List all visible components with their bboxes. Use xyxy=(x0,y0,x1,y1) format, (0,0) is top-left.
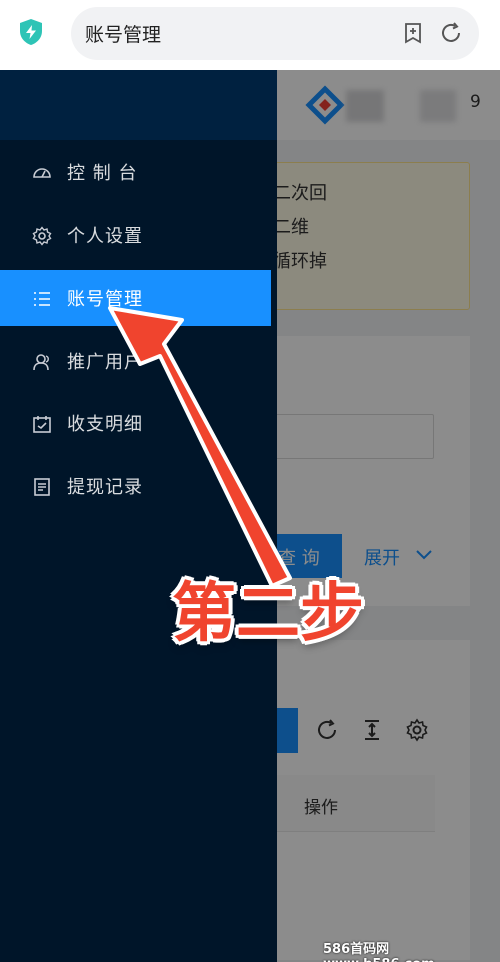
sidebar-item-account-management[interactable]: 账号管理 xyxy=(0,270,271,326)
sidebar-item-income-expense[interactable]: 收支明细 xyxy=(0,395,271,451)
bookmark-add-icon[interactable] xyxy=(401,21,425,45)
dashboard-icon xyxy=(33,168,51,178)
browser-toolbar: 账号管理 xyxy=(0,0,500,70)
list-icon xyxy=(34,292,50,306)
sidebar-item-label: 个人设置 xyxy=(67,226,143,247)
sidebar-item-label: 提现记录 xyxy=(67,477,143,498)
sidebar-item-label: 收支明细 xyxy=(67,414,143,435)
calendar-icon xyxy=(33,416,51,433)
address-bar[interactable]: 账号管理 xyxy=(71,7,479,60)
document-icon xyxy=(34,478,50,496)
sidebar-drawer: 控 制 台 个人设置 账号管理 推广用户 收支明细 提现记录 xyxy=(0,70,277,962)
sidebar-item-dashboard[interactable]: 控 制 台 xyxy=(0,144,271,200)
step-annotation: 第二步 xyxy=(172,577,364,651)
shield-icon[interactable] xyxy=(18,18,44,46)
sidebar-item-personal-settings[interactable]: 个人设置 xyxy=(0,207,271,263)
address-text: 账号管理 xyxy=(85,24,162,46)
sidebar-item-label: 账号管理 xyxy=(67,289,143,310)
sidebar-item-promoted-users[interactable]: 推广用户 xyxy=(0,333,271,389)
refresh-icon[interactable] xyxy=(439,21,463,45)
gear-icon xyxy=(32,226,52,246)
sidebar-item-label: 推广用户 xyxy=(67,352,143,373)
sidebar-header xyxy=(0,70,277,140)
sidebar-item-withdrawal-records[interactable]: 提现记录 xyxy=(0,458,271,514)
users-icon xyxy=(33,354,49,371)
site-watermark: 586首码网 www.h586.com xyxy=(323,942,435,962)
sidebar-item-label: 控 制 台 xyxy=(67,163,138,184)
